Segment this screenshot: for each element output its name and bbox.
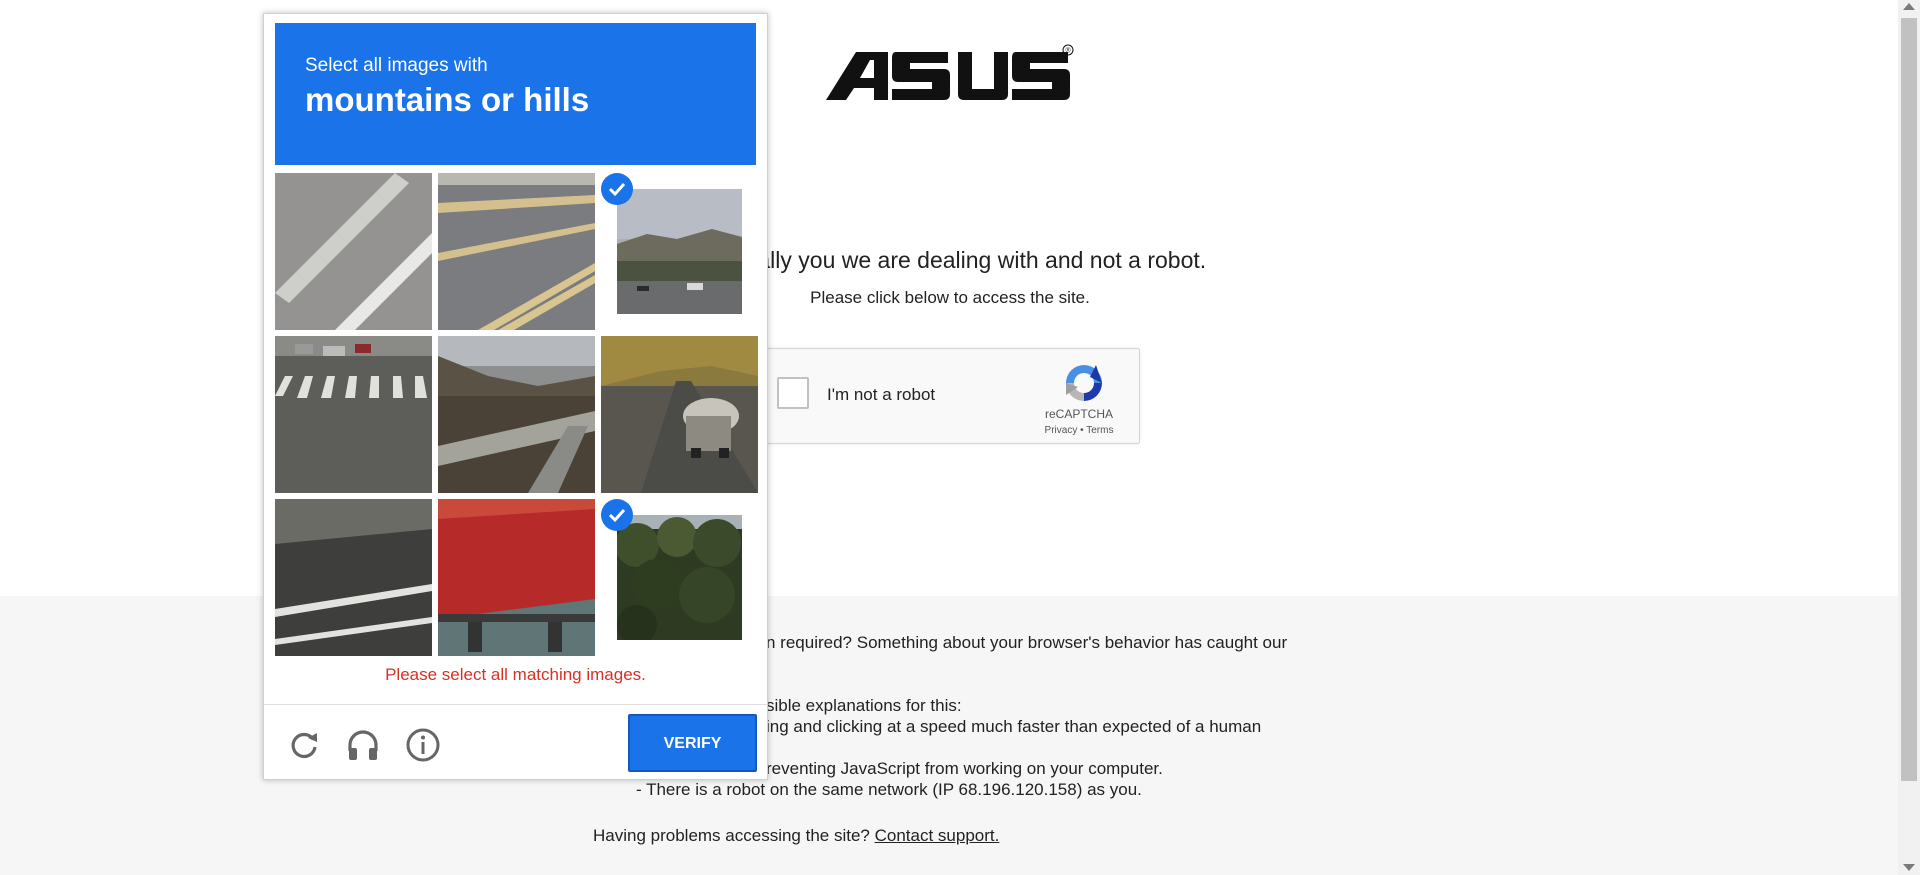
challenge-tile-2[interactable] — [438, 173, 595, 330]
selected-check-icon — [601, 173, 633, 205]
recaptcha-logo-icon — [1066, 365, 1102, 401]
tile-image — [275, 173, 432, 330]
explanation-line-3: ing and clicking at a speed much faster … — [766, 717, 1262, 736]
recaptcha-widget: I'm not a robot reCAPTCHA Privacy • Term… — [750, 348, 1140, 444]
explanation-line-4: reventing JavaScript from working on you… — [766, 759, 1163, 778]
tile-image — [438, 499, 595, 656]
scroll-down-arrow-icon[interactable] — [1903, 864, 1915, 871]
explanation-line-2: sible explanations for this: — [766, 696, 962, 715]
challenge-tile-3[interactable] — [601, 173, 758, 330]
headphones-icon[interactable] — [345, 727, 381, 763]
challenge-tile-9[interactable] — [601, 499, 758, 656]
terms-link[interactable]: Terms — [1086, 425, 1113, 436]
challenge-header: Select all images with mountains or hill… — [275, 23, 756, 165]
challenge-footer-divider — [264, 704, 767, 705]
registered-mark: ® — [1066, 47, 1072, 55]
asus-logo: ® — [826, 44, 1074, 100]
challenge-tile-8[interactable] — [438, 499, 595, 656]
info-icon[interactable] — [405, 727, 441, 763]
explanation-line-5: - There is a robot on the same network (… — [636, 780, 1142, 799]
selected-check-icon — [601, 499, 633, 531]
verify-button[interactable]: VERIFY — [628, 714, 757, 772]
privacy-link[interactable]: Privacy — [1045, 425, 1078, 436]
scroll-up-arrow-icon[interactable] — [1903, 3, 1915, 10]
challenge-tile-1[interactable] — [275, 173, 432, 330]
recaptcha-label: I'm not a robot — [827, 385, 936, 404]
tile-image — [617, 189, 742, 314]
vertical-scrollbar[interactable] — [1898, 0, 1920, 875]
challenge-error-message: Please select all matching images. — [385, 665, 646, 684]
tile-image — [601, 336, 758, 493]
challenge-tile-4[interactable] — [275, 336, 432, 493]
challenge-tile-7[interactable] — [275, 499, 432, 656]
links-separator: • — [1077, 425, 1087, 436]
reload-icon[interactable] — [286, 727, 322, 763]
recaptcha-links: Privacy • Terms — [1029, 425, 1129, 436]
challenge-tile-5[interactable] — [438, 336, 595, 493]
explanation-line-1: n required? Something about your browser… — [766, 633, 1288, 652]
tile-image — [275, 499, 432, 656]
recaptcha-brand: reCAPTCHA — [1044, 407, 1113, 421]
recaptcha-checkbox[interactable] — [777, 377, 809, 409]
scrollbar-thumb[interactable] — [1901, 18, 1917, 781]
problems-line: Having problems accessing the site? Cont… — [593, 826, 999, 846]
tile-image — [438, 173, 595, 330]
challenge-prompt-keyword: mountains or hills — [305, 81, 590, 118]
tile-image — [275, 336, 432, 493]
challenge-prompt-line1: Select all images with — [305, 55, 488, 76]
tile-image — [438, 336, 595, 493]
tile-image — [617, 515, 742, 640]
problems-text: Having problems accessing the site? — [593, 826, 870, 845]
contact-support-link[interactable]: Contact support. — [875, 826, 1000, 845]
image-challenge-popup: Select all images with mountains or hill… — [263, 13, 768, 780]
challenge-tile-6[interactable] — [601, 336, 758, 493]
